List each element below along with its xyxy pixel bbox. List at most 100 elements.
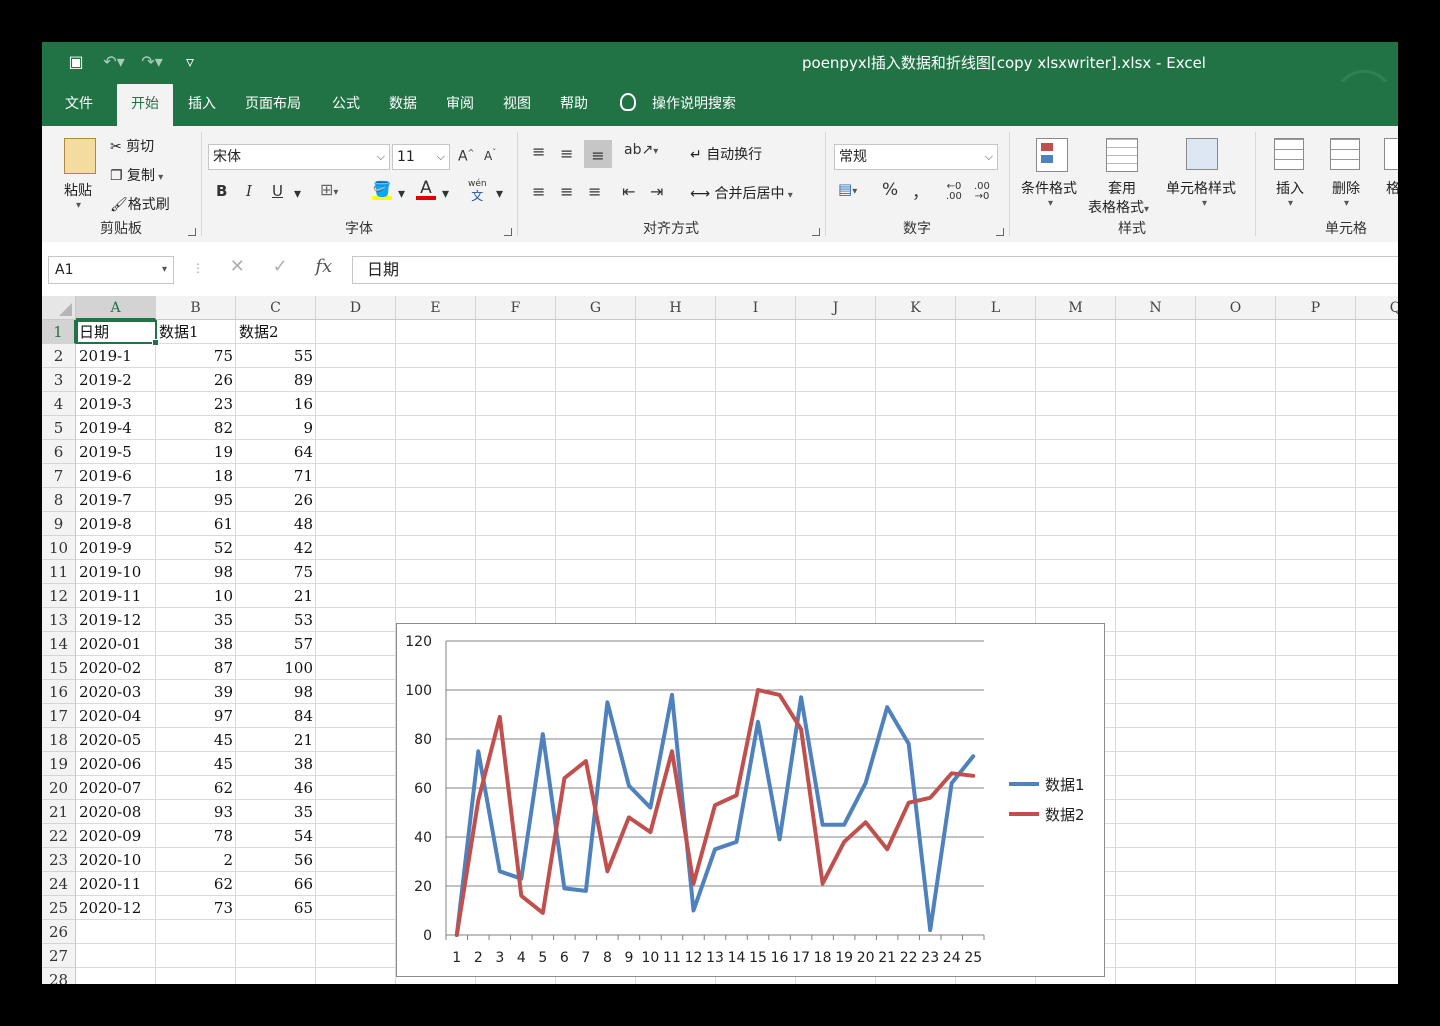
cell-c3[interactable]: 89 (236, 368, 316, 392)
tab-help[interactable]: 帮助 (550, 82, 598, 126)
font-launcher-icon[interactable] (504, 228, 512, 236)
italic-button[interactable]: I (246, 182, 252, 200)
format-as-table-button[interactable]: 表格格式▾ (1088, 197, 1149, 217)
paste-button[interactable]: 粘贴 (64, 180, 92, 200)
cell-styles-icon[interactable] (1186, 138, 1218, 170)
cell-a17[interactable]: 2020-04 (76, 704, 156, 728)
row-header[interactable]: 27 (42, 944, 76, 968)
row-header[interactable]: 25 (42, 896, 76, 920)
cell-a18[interactable]: 2020-05 (76, 728, 156, 752)
cell-c23[interactable]: 56 (236, 848, 316, 872)
row-header[interactable]: 16 (42, 680, 76, 704)
cell-a24[interactable]: 2020-11 (76, 872, 156, 896)
row-header[interactable]: 6 (42, 440, 76, 464)
align-left-icon[interactable]: ≡ (532, 182, 545, 201)
currency-icon[interactable]: ▤▾ (838, 180, 857, 198)
fill-dropdown-icon[interactable]: ▾ (398, 186, 405, 202)
cell-a15[interactable]: 2020-02 (76, 656, 156, 680)
row-header[interactable]: 1 (42, 320, 76, 344)
conditional-dropdown-icon[interactable]: ▾ (1048, 198, 1053, 209)
cell-c10[interactable]: 42 (236, 536, 316, 560)
insert-cells-button[interactable]: 插入 (1276, 178, 1304, 198)
undo-icon[interactable]: ↶▾ (102, 52, 126, 71)
tab-page-layout[interactable]: 页面布局 (236, 82, 310, 126)
column-header-p[interactable]: P (1276, 296, 1356, 320)
cell-a2[interactable]: 2019-1 (76, 344, 156, 368)
formula-input[interactable]: 日期 (352, 256, 1398, 284)
name-box[interactable]: A1▾ (48, 256, 174, 284)
row-header[interactable]: 3 (42, 368, 76, 392)
clipboard-launcher-icon[interactable] (188, 228, 196, 236)
cell-b8[interactable]: 95 (156, 488, 236, 512)
row-header[interactable]: 28 (42, 968, 76, 984)
tab-view[interactable]: 视图 (493, 82, 541, 126)
font-color-dropdown-icon[interactable]: ▾ (442, 186, 449, 202)
cell-a25[interactable]: 2020-12 (76, 896, 156, 920)
font-size-select[interactable]: 11⌵ (392, 144, 450, 170)
cell-b4[interactable]: 23 (156, 392, 236, 416)
cell-a5[interactable]: 2019-4 (76, 416, 156, 440)
cell-c9[interactable]: 48 (236, 512, 316, 536)
delete-dropdown-icon[interactable]: ▾ (1344, 198, 1349, 209)
row-header[interactable]: 21 (42, 800, 76, 824)
cell-b11[interactable]: 98 (156, 560, 236, 584)
decrease-decimal-icon[interactable]: .00→0 (974, 182, 990, 202)
cell-b24[interactable]: 62 (156, 872, 236, 896)
cell-styles-button[interactable]: 单元格样式 (1166, 178, 1236, 198)
format-painter-button[interactable]: 🖌格式刷 (110, 194, 170, 214)
worksheet-grid[interactable]: ABCDEFGHIJKLMNOPQ12345678910111213141516… (42, 296, 1398, 984)
cell-b2[interactable]: 75 (156, 344, 236, 368)
row-header[interactable]: 13 (42, 608, 76, 632)
tab-file[interactable]: 文件 (52, 82, 106, 126)
conditional-format-button[interactable]: 条件格式 (1021, 178, 1077, 198)
phonetic-guide-icon[interactable]: wén文 (468, 176, 487, 202)
row-header[interactable]: 26 (42, 920, 76, 944)
row-header[interactable]: 7 (42, 464, 76, 488)
column-header-l[interactable]: L (956, 296, 1036, 320)
comma-button[interactable]: ， (912, 178, 929, 203)
column-header-b[interactable]: B (156, 296, 236, 320)
cell-a23[interactable]: 2020-10 (76, 848, 156, 872)
cell-b23[interactable]: 2 (156, 848, 236, 872)
cell-b17[interactable]: 97 (156, 704, 236, 728)
cell-b19[interactable]: 45 (156, 752, 236, 776)
paste-icon[interactable] (64, 138, 96, 174)
insert-function-icon[interactable]: fx (315, 256, 332, 277)
cell-c18[interactable]: 21 (236, 728, 316, 752)
cancel-icon[interactable]: ✕ (230, 256, 245, 277)
font-name-select[interactable]: 宋体⌵ (208, 144, 390, 170)
tab-formulas[interactable]: 公式 (322, 82, 370, 126)
row-header[interactable]: 4 (42, 392, 76, 416)
cell-c11[interactable]: 75 (236, 560, 316, 584)
cell-b25[interactable]: 73 (156, 896, 236, 920)
cell-a6[interactable]: 2019-5 (76, 440, 156, 464)
cell-c13[interactable]: 53 (236, 608, 316, 632)
align-top-icon[interactable]: ≡ (532, 142, 545, 161)
cell-c8[interactable]: 26 (236, 488, 316, 512)
row-header[interactable]: 15 (42, 656, 76, 680)
row-header[interactable]: 20 (42, 776, 76, 800)
delete-cells-button[interactable]: 删除 (1332, 178, 1360, 198)
column-header-j[interactable]: J (796, 296, 876, 320)
row-header[interactable]: 22 (42, 824, 76, 848)
paste-dropdown-icon[interactable]: ▾ (76, 200, 81, 211)
cell-b5[interactable]: 82 (156, 416, 236, 440)
column-header-k[interactable]: K (876, 296, 956, 320)
underline-dropdown-icon[interactable]: ▾ (294, 186, 301, 202)
select-all-button[interactable] (42, 296, 76, 320)
cell-b18[interactable]: 45 (156, 728, 236, 752)
column-header-h[interactable]: H (636, 296, 716, 320)
save-icon[interactable]: ▣ (64, 52, 88, 71)
customize-qat-icon[interactable]: ▿ (178, 52, 202, 71)
row-header[interactable]: 12 (42, 584, 76, 608)
column-header-n[interactable]: N (1116, 296, 1196, 320)
cell-a3[interactable]: 2019-2 (76, 368, 156, 392)
tell-me-search[interactable]: 操作说明搜索 (620, 82, 736, 126)
percent-button[interactable]: % (882, 180, 898, 200)
shrink-font-icon[interactable]: Aˇ (484, 148, 496, 163)
cell-b7[interactable]: 18 (156, 464, 236, 488)
cell-c6[interactable]: 64 (236, 440, 316, 464)
cell-c20[interactable]: 46 (236, 776, 316, 800)
tab-home[interactable]: 开始 (117, 84, 173, 126)
cell-c19[interactable]: 38 (236, 752, 316, 776)
